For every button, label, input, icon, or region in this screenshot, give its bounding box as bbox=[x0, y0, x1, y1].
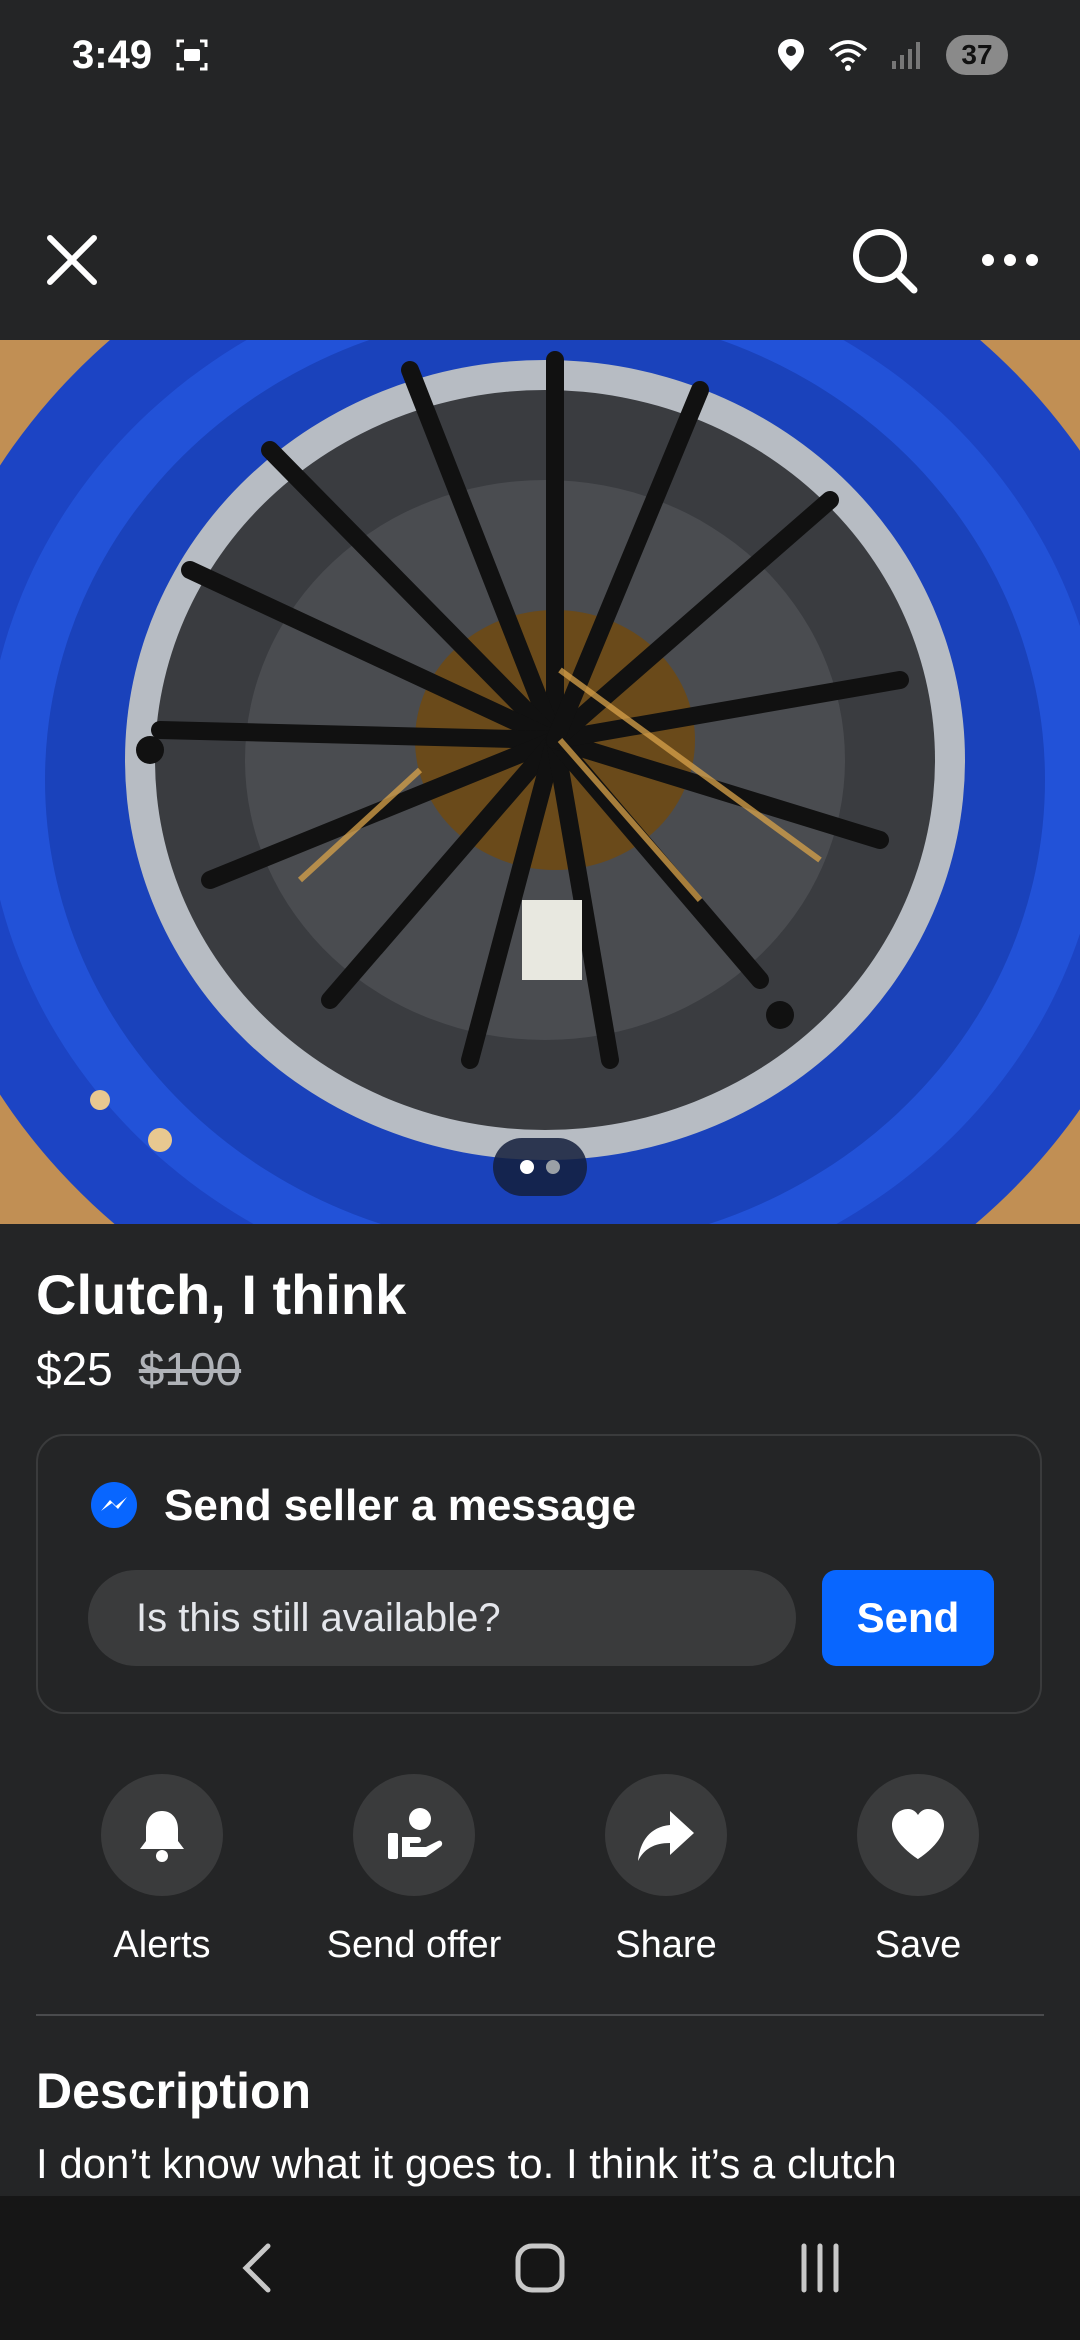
top-bar bbox=[0, 200, 1080, 320]
offer-hand-icon bbox=[388, 1808, 443, 1859]
status-bar: 3:49 37 bbox=[0, 0, 1080, 110]
listing-photo[interactable] bbox=[0, 340, 1080, 1224]
alerts-button[interactable]: Alerts bbox=[47, 1774, 277, 1974]
price-row: $25 $100 bbox=[36, 1342, 241, 1396]
message-heading-row: Send seller a message bbox=[88, 1480, 636, 1532]
home-icon[interactable] bbox=[510, 2238, 570, 2298]
image-pager bbox=[493, 1138, 587, 1196]
share-label: Share bbox=[615, 1924, 717, 1966]
share-button-circle bbox=[605, 1774, 727, 1896]
message-input-value: Is this still available? bbox=[136, 1595, 501, 1640]
signal-icon bbox=[892, 42, 920, 69]
listing-price: $25 bbox=[36, 1343, 113, 1395]
location-icon bbox=[778, 39, 804, 71]
section-divider bbox=[36, 2014, 1044, 2016]
search-icon[interactable] bbox=[848, 224, 920, 296]
bell-icon bbox=[140, 1811, 184, 1862]
send-offer-label: Send offer bbox=[326, 1924, 502, 1966]
more-options-icon[interactable] bbox=[980, 250, 1040, 270]
status-time-group: 3:49 bbox=[72, 33, 210, 78]
pager-dot-active bbox=[520, 1160, 534, 1174]
battery-level: 37 bbox=[961, 39, 993, 70]
alerts-label: Alerts bbox=[113, 1924, 211, 1966]
status-indicators: 37 bbox=[776, 35, 1008, 75]
back-icon[interactable] bbox=[230, 2238, 290, 2298]
heart-icon bbox=[892, 1809, 944, 1859]
pager-dot bbox=[546, 1160, 560, 1174]
send-button[interactable]: Send bbox=[822, 1570, 994, 1666]
screenshot-icon bbox=[176, 39, 208, 71]
listing-title: Clutch, I think bbox=[36, 1263, 407, 1326]
message-input[interactable]: Is this still available? bbox=[88, 1570, 796, 1666]
share-arrow-icon bbox=[638, 1811, 694, 1861]
wifi-icon bbox=[828, 40, 868, 71]
clutch-photo-graphic bbox=[0, 340, 1080, 1224]
system-nav-bar bbox=[0, 2196, 1080, 2340]
messenger-icon bbox=[91, 1482, 137, 1528]
battery-indicator: 37 bbox=[946, 35, 1008, 75]
share-button[interactable]: Share bbox=[551, 1774, 781, 1974]
send-offer-button-circle bbox=[353, 1774, 475, 1896]
description-heading: Description bbox=[36, 2063, 312, 2119]
description-text: I don’t know what it goes to. I think it… bbox=[36, 2140, 897, 2187]
recent-apps-icon[interactable] bbox=[790, 2238, 850, 2298]
alerts-button-circle bbox=[101, 1774, 223, 1896]
send-offer-button[interactable]: Send offer bbox=[299, 1774, 529, 1974]
message-seller-card: Send seller a message Is this still avai… bbox=[36, 1434, 1042, 1714]
save-button[interactable]: Save bbox=[803, 1774, 1033, 1974]
original-price: $100 bbox=[138, 1343, 242, 1395]
save-label: Save bbox=[874, 1924, 962, 1966]
message-heading: Send seller a message bbox=[164, 1481, 637, 1530]
save-button-circle bbox=[857, 1774, 979, 1896]
top-bar-actions bbox=[848, 224, 1040, 296]
close-icon[interactable] bbox=[40, 228, 104, 292]
status-time: 3:49 bbox=[72, 32, 153, 77]
listing-actions: Alerts Send offer Share Save bbox=[36, 1774, 1044, 1974]
